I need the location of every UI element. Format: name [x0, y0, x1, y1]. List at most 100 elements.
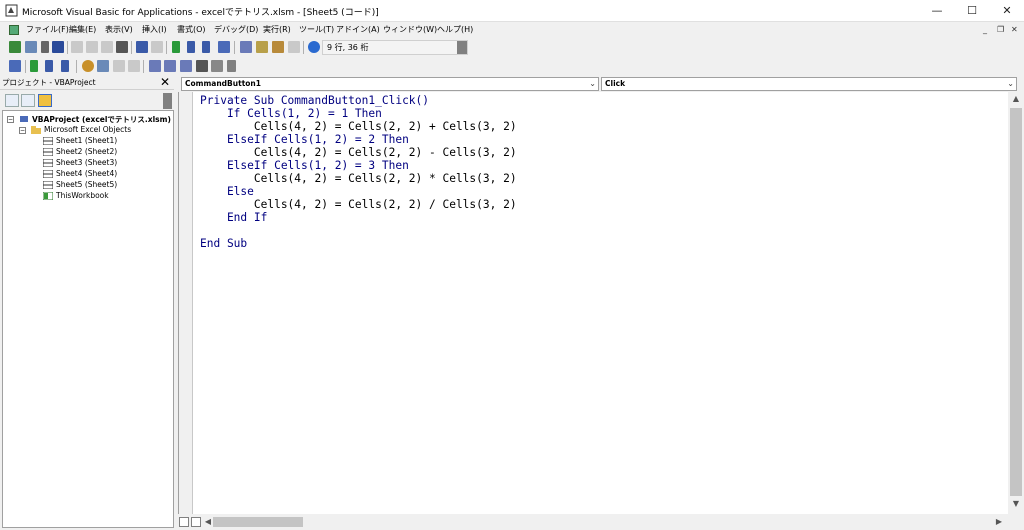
redo-icon[interactable]: [151, 41, 163, 53]
scroll-up-icon[interactable]: ▲: [1009, 94, 1023, 103]
insert-module-icon[interactable]: [25, 41, 37, 53]
toolbox-icon[interactable]: [288, 41, 300, 53]
scrollbar-corner: [1008, 514, 1024, 530]
run-icon-2[interactable]: [30, 60, 38, 72]
tree-folder-label: Microsoft Excel Objects: [44, 125, 132, 134]
title-bar: Microsoft Visual Basic for Applications …: [0, 0, 1024, 22]
toolbar-separator: [76, 60, 77, 73]
object-combo-value: CommandButton1: [185, 79, 261, 88]
project-explorer-title: プロジェクト - VBAProject: [0, 76, 174, 90]
menu-insert[interactable]: 挿入(I): [142, 24, 167, 35]
close-button[interactable]: ✕: [990, 0, 1024, 22]
code-line[interactable]: Cells(4, 2) = Cells(2, 2) + Cells(3, 2): [200, 120, 517, 133]
menu-view[interactable]: 表示(V): [105, 24, 133, 35]
code-line[interactable]: Cells(4, 2) = Cells(2, 2) - Cells(3, 2): [200, 146, 517, 159]
project-explorer-close-button[interactable]: ✕: [158, 76, 172, 90]
procedure-view-icon[interactable]: [179, 517, 189, 527]
menu-debug[interactable]: デバッグ(D): [214, 24, 258, 35]
code-line[interactable]: Private Sub CommandButton1_Click(): [200, 94, 429, 107]
horizontal-scrollbar[interactable]: ◀ ▶: [178, 514, 1008, 530]
full-module-view-icon[interactable]: [191, 517, 201, 527]
menu-format[interactable]: 書式(O): [177, 24, 206, 35]
menu-tools[interactable]: ツール(T): [299, 24, 334, 35]
toolbar-separator: [234, 41, 235, 54]
project-toolbar-grip[interactable]: [163, 93, 172, 109]
view-code-icon[interactable]: [5, 94, 19, 107]
project-explorer-icon[interactable]: [240, 41, 252, 53]
run-icon[interactable]: [172, 41, 180, 53]
call-stack-icon[interactable]: [211, 60, 223, 72]
watch-window-icon[interactable]: [180, 60, 192, 72]
menu-bar: ファイル(F) 編集(E) 表示(V) 挿入(I) 書式(O) デバッグ(D) …: [0, 22, 1024, 38]
paste-icon[interactable]: [101, 41, 113, 53]
mdi-minimize-button[interactable]: _: [983, 25, 987, 34]
vertical-scrollbar[interactable]: ▲ ▼: [1008, 92, 1024, 514]
chevron-down-icon[interactable]: [41, 41, 49, 53]
view-object-icon[interactable]: [21, 94, 35, 107]
design-mode-icon[interactable]: [218, 41, 230, 53]
code-editor[interactable]: Private Sub CommandButton1_Click() If Ce…: [178, 92, 1008, 514]
tree-root-label: VBAProject (excelでテトリス.xlsm): [32, 115, 171, 124]
code-line[interactable]: End Sub: [200, 237, 247, 250]
code-margin[interactable]: [179, 92, 193, 514]
help-icon[interactable]: [308, 41, 320, 53]
toolbar-separator: [131, 41, 132, 54]
properties-icon[interactable]: [256, 41, 268, 53]
code-line[interactable]: ElseIf Cells(1, 2) = 2 Then: [200, 133, 409, 146]
object-combo[interactable]: CommandButton1 ⌄: [181, 77, 599, 91]
code-line[interactable]: Cells(4, 2) = Cells(2, 2) * Cells(3, 2): [200, 172, 517, 185]
excel-icon[interactable]: [9, 41, 21, 53]
menu-edit[interactable]: 編集(E): [69, 24, 96, 35]
step-out-icon[interactable]: [128, 60, 140, 72]
vba-app-icon: [5, 4, 18, 17]
code-window-header: CommandButton1 ⌄ Click ⌄: [178, 76, 1024, 92]
save-icon[interactable]: [52, 41, 64, 53]
minimize-button[interactable]: —: [920, 0, 954, 22]
vertical-scroll-thumb[interactable]: [1010, 108, 1022, 496]
code-line[interactable]: ElseIf Cells(1, 2) = 3 Then: [200, 159, 409, 172]
toolbar-overflow-icon-2[interactable]: [227, 60, 236, 72]
undo-icon[interactable]: [136, 41, 148, 53]
code-line[interactable]: Else: [200, 185, 254, 198]
list-properties-icon[interactable]: [9, 60, 21, 72]
horizontal-scroll-thumb[interactable]: [213, 517, 303, 527]
copy-icon[interactable]: [86, 41, 98, 53]
toolbar-overflow-icon[interactable]: [457, 41, 467, 54]
break-icon[interactable]: [187, 41, 195, 53]
find-icon[interactable]: [116, 41, 128, 53]
quick-watch-icon[interactable]: [196, 60, 208, 72]
code-line[interactable]: Cells(4, 2) = Cells(2, 2) / Cells(3, 2): [200, 198, 517, 211]
scroll-down-icon[interactable]: ▼: [1009, 499, 1023, 508]
menu-addins[interactable]: アドイン(A): [336, 24, 380, 35]
collapse-icon[interactable]: −: [19, 127, 26, 134]
menu-run[interactable]: 実行(R): [263, 24, 291, 35]
toggle-folders-icon[interactable]: [38, 94, 52, 107]
chevron-down-icon[interactable]: ⌄: [589, 78, 596, 90]
break-icon-2[interactable]: [45, 60, 53, 72]
menu-help[interactable]: ヘルプ(H): [437, 24, 473, 35]
toolbar-separator: [166, 41, 167, 54]
object-browser-icon[interactable]: [272, 41, 284, 53]
maximize-button[interactable]: ☐: [955, 0, 989, 22]
locals-window-icon[interactable]: [149, 60, 161, 72]
mdi-restore-button[interactable]: ❐: [997, 25, 1004, 34]
procedure-combo[interactable]: Click ⌄: [601, 77, 1017, 91]
step-into-icon[interactable]: [97, 60, 109, 72]
mdi-close-button[interactable]: ✕: [1011, 25, 1018, 34]
cut-icon[interactable]: [71, 41, 83, 53]
chevron-down-icon[interactable]: ⌄: [1007, 78, 1014, 90]
code-line[interactable]: End If: [200, 211, 267, 224]
scroll-right-icon[interactable]: ▶: [992, 517, 1006, 526]
reset-icon-2[interactable]: [61, 60, 69, 72]
standard-toolbar: 9 行, 36 桁: [0, 38, 1024, 57]
code-line[interactable]: If Cells(1, 2) = 1 Then: [200, 107, 382, 120]
collapse-icon[interactable]: −: [7, 116, 14, 123]
immediate-window-icon[interactable]: [164, 60, 176, 72]
step-over-icon[interactable]: [113, 60, 125, 72]
menu-window[interactable]: ウィンドウ(W): [383, 24, 437, 35]
menu-file[interactable]: ファイル(F): [26, 24, 69, 35]
toggle-breakpoint-icon[interactable]: [82, 60, 94, 72]
excel-view-icon[interactable]: [9, 25, 19, 35]
reset-icon[interactable]: [202, 41, 210, 53]
sheet-icon: [43, 148, 53, 156]
